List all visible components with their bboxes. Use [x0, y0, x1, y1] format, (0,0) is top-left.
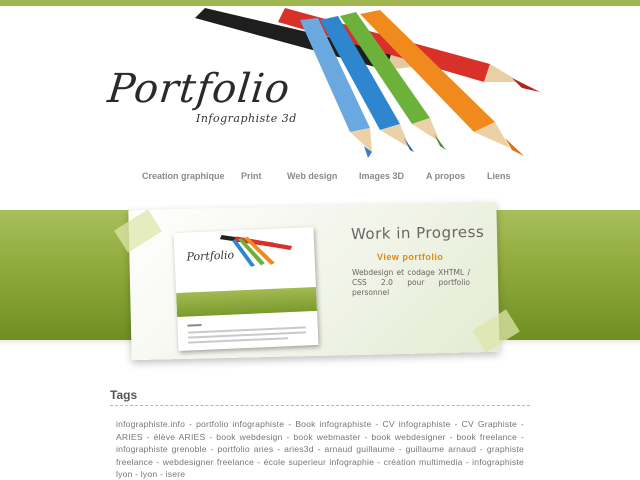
tags-heading: Tags [110, 388, 138, 402]
showcase-title: Work in Progress [350, 222, 485, 244]
thumbnail-text-line [188, 337, 289, 344]
tags-divider [110, 405, 530, 406]
nav-item-web-design[interactable]: Web design [287, 171, 337, 181]
showcase-description: Webdesign et codage XHTML / CSS 2.0 pour… [352, 268, 470, 297]
thumbnail-band [176, 286, 318, 318]
nav-item-print[interactable]: Print [241, 171, 262, 181]
main-nav: Creation graphique Print Web design Imag… [0, 171, 640, 185]
nav-item-images-3d[interactable]: Images 3D [359, 171, 404, 181]
thumbnail-logo: Portfolio [186, 248, 235, 264]
logo-subtitle: Infographiste 3d [196, 112, 297, 125]
logo-title: Portfolio [105, 66, 293, 112]
portfolio-thumbnail[interactable]: Portfolio [173, 227, 319, 351]
nav-item-liens[interactable]: Liens [487, 171, 511, 181]
thumbnail-heading-line [187, 323, 202, 327]
orange-pencil [360, 10, 524, 156]
tags-list: infographiste.info - portfolio infograph… [116, 419, 524, 480]
view-portfolio-link[interactable]: View portfolio [377, 252, 443, 262]
nav-item-creation-graphique[interactable]: Creation graphique [142, 171, 225, 181]
nav-item-a-propos[interactable]: A propos [426, 171, 465, 181]
pencils-illustration [195, 8, 540, 158]
